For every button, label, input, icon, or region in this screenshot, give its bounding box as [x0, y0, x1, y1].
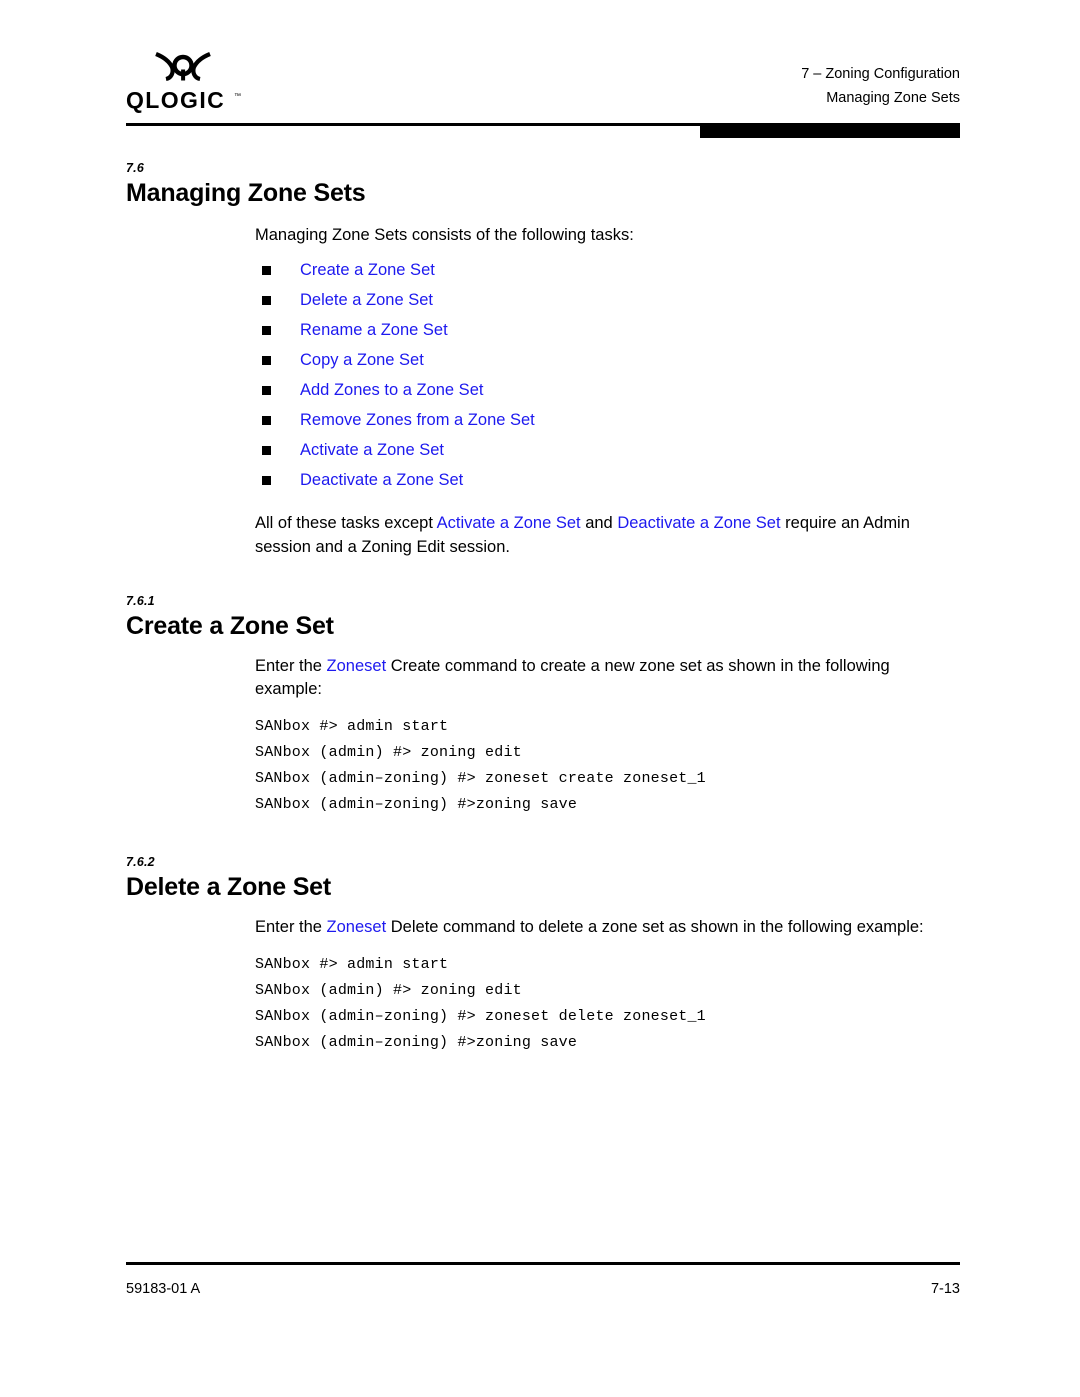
footer-rule	[126, 1262, 960, 1265]
qlogic-q-mark-icon	[154, 52, 306, 87]
task-link-activate-a-zone-set[interactable]: Activate a Zone Set	[300, 441, 444, 459]
inline-link-zoneset[interactable]: Zoneset	[327, 918, 387, 936]
header-running-title: 7 – Zoning Configuration Managing Zone S…	[801, 62, 960, 110]
list-item[interactable]: Rename a Zone Set	[255, 315, 960, 345]
page-content: 7.6 Managing Zone Sets Managing Zone Set…	[126, 160, 960, 1056]
footer-doc-number: 59183-01 A	[126, 1281, 201, 1297]
section-7-6: 7.6 Managing Zone Sets Managing Zone Set…	[126, 160, 960, 559]
section-closing-paragraph: All of these tasks except Activate a Zon…	[255, 512, 960, 559]
lead-text-part1: Enter the	[255, 657, 327, 675]
list-item[interactable]: Copy a Zone Set	[255, 345, 960, 375]
qlogic-wordmark: QLOGIC ™	[126, 87, 306, 119]
task-link-create-a-zone-set[interactable]: Create a Zone Set	[300, 261, 435, 279]
list-item[interactable]: Delete a Zone Set	[255, 285, 960, 315]
inline-link-deactivate-a-zone-set[interactable]: Deactivate a Zone Set	[617, 514, 780, 532]
task-link-delete-a-zone-set[interactable]: Delete a Zone Set	[300, 291, 433, 309]
list-item[interactable]: Create a Zone Set	[255, 255, 960, 285]
section-lead-paragraph: Enter the Zoneset Delete command to dele…	[255, 916, 960, 939]
bullet-square-icon	[262, 416, 271, 425]
list-item[interactable]: Add Zones to a Zone Set	[255, 375, 960, 405]
section-7-6-2: 7.6.2 Delete a Zone Set Enter the Zonese…	[126, 854, 960, 1056]
section-7-6-1: 7.6.1 Create a Zone Set Enter the Zonese…	[126, 593, 960, 818]
bullet-square-icon	[262, 386, 271, 395]
page-title: Managing Zone Sets	[126, 179, 366, 207]
section-intro-paragraph: Managing Zone Sets consists of the follo…	[255, 226, 634, 244]
section-number: 7.6.1	[126, 594, 155, 608]
list-item[interactable]: Activate a Zone Set	[255, 435, 960, 465]
inline-link-zoneset[interactable]: Zoneset	[327, 657, 387, 675]
header-chapter-line: 7 – Zoning Configuration	[801, 66, 960, 82]
bullet-square-icon	[262, 326, 271, 335]
list-item[interactable]: Remove Zones from a Zone Set	[255, 405, 960, 435]
task-link-list: Create a Zone Set Delete a Zone Set Rena…	[255, 255, 960, 495]
lead-text-part1: Enter the	[255, 918, 327, 936]
closing-text-part1: All of these tasks except	[255, 514, 437, 532]
section-title: Create a Zone Set	[126, 612, 334, 640]
footer-page-number: 7-13	[930, 1281, 960, 1297]
section-lead-paragraph: Enter the Zoneset Create command to crea…	[255, 655, 960, 701]
header-rule-thick	[700, 126, 960, 138]
task-link-copy-a-zone-set[interactable]: Copy a Zone Set	[300, 351, 424, 369]
header-section-line: Managing Zone Sets	[826, 90, 960, 106]
qlogic-logo: QLOGIC ™	[126, 52, 306, 119]
svg-text:QLOGIC: QLOGIC	[126, 88, 225, 113]
page-header: QLOGIC ™ 7 – Zoning Configuration Managi…	[126, 50, 960, 120]
svg-text:™: ™	[234, 93, 241, 100]
code-block-delete-zone-set: SANbox #> admin start SANbox (admin) #> …	[255, 956, 706, 1051]
section-title: Delete a Zone Set	[126, 873, 331, 901]
document-page: QLOGIC ™ 7 – Zoning Configuration Managi…	[0, 0, 1080, 1397]
code-block-create-zone-set: SANbox #> admin start SANbox (admin) #> …	[255, 718, 706, 813]
section-number: 7.6	[126, 161, 144, 175]
task-link-deactivate-a-zone-set[interactable]: Deactivate a Zone Set	[300, 471, 463, 489]
task-link-add-zones-to-a-zone-set[interactable]: Add Zones to a Zone Set	[300, 381, 483, 399]
closing-text-part2: and	[580, 514, 618, 532]
task-link-rename-a-zone-set[interactable]: Rename a Zone Set	[300, 321, 448, 339]
bullet-square-icon	[262, 446, 271, 455]
bullet-square-icon	[262, 356, 271, 365]
lead-text-part2: Delete command to delete a zone set as s…	[386, 918, 924, 936]
task-link-remove-zones-from-a-zone-set[interactable]: Remove Zones from a Zone Set	[300, 411, 535, 429]
bullet-square-icon	[262, 476, 271, 485]
bullet-square-icon	[262, 296, 271, 305]
list-item[interactable]: Deactivate a Zone Set	[255, 465, 960, 495]
page-footer: 59183-01 A 7-13	[126, 1281, 960, 1297]
bullet-square-icon	[262, 266, 271, 275]
section-number: 7.6.2	[126, 855, 155, 869]
inline-link-activate-a-zone-set[interactable]: Activate a Zone Set	[437, 514, 581, 532]
